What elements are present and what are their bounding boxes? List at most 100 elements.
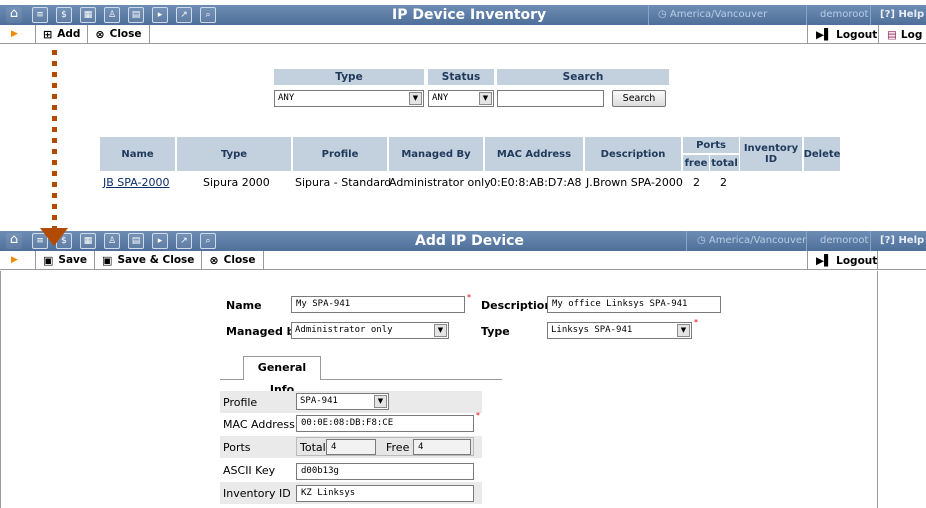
top-header-bar: ⌂ ≡ $ ▦ ♙ ▤ ▸ ↗ ⌕ IP Device Inventory ◷ … [0, 5, 926, 25]
device-ports-total-cell: 2 [720, 176, 727, 189]
log-label: Log [900, 28, 923, 41]
forward-icon[interactable]: ▸ [152, 233, 168, 249]
config-icon[interactable]: ▤ [128, 233, 144, 249]
col-type: Type [177, 137, 291, 171]
save-icon: ▣ [43, 253, 54, 267]
type-select[interactable]: Linksys SPA-941 ▼ [547, 322, 692, 339]
timezone-link[interactable]: ◷ America/Vancouver [658, 9, 767, 20]
logout-button[interactable]: ▶▌ Logout [807, 25, 885, 44]
description-input[interactable]: My office Linksys SPA-941 [547, 296, 721, 313]
managed-by-value: Administrator only [295, 325, 393, 335]
ports-total-label: Total [300, 441, 326, 454]
log-button[interactable]: ▤ Log [878, 25, 926, 44]
filter-type-header: Type [274, 69, 424, 85]
inventory-id-input[interactable]: KZ Linksys [296, 485, 474, 502]
add-label: Add [57, 28, 81, 40]
required-marker: * [467, 293, 471, 302]
type-value: Linksys SPA-941 [551, 325, 633, 335]
profile-select[interactable]: SPA-941 ▼ [296, 393, 389, 410]
tab-general-info[interactable]: General Info [243, 356, 321, 396]
help-link[interactable]: [?] Help [880, 235, 924, 246]
col-description: Description [585, 137, 681, 171]
ports-total-input: 4 [326, 439, 376, 455]
chevron-down-icon: ▼ [677, 324, 690, 337]
form-right-border [877, 271, 878, 508]
profile-value: SPA-941 [300, 396, 338, 406]
search-icon[interactable]: ⌕ [200, 7, 216, 23]
device-mac-cell: 0:E0:8:AB:D7:A8 [490, 176, 582, 189]
log-icon: ▤ [887, 28, 897, 41]
chevron-down-icon: ▼ [434, 324, 447, 337]
col-profile: Profile [293, 137, 387, 171]
col-delete: Delete [804, 137, 840, 171]
forward-icon[interactable]: ▸ [152, 7, 168, 23]
close-button[interactable]: ⊗ Close [202, 251, 264, 269]
toolbar-arrow-icon: ▶ [0, 251, 36, 269]
user-link[interactable]: demoroot [820, 9, 868, 20]
managed-by-select[interactable]: Administrator only ▼ [291, 322, 449, 339]
top-nav-icons: ⌂ ≡ $ ▦ ♙ ▤ ▸ ↗ ⌕ [6, 7, 224, 23]
list-icon[interactable]: ≡ [32, 7, 48, 23]
config-icon[interactable]: ▤ [128, 7, 144, 23]
required-marker: * [476, 411, 480, 420]
close-button[interactable]: ⊗ Close [88, 25, 150, 43]
ascii-key-input[interactable]: d00b13g [296, 463, 474, 480]
bottom-nav-icons: ⌂ ≡ $ ▦ ♙ ▤ ▸ ↗ ⌕ [6, 233, 224, 249]
save-button[interactable]: ▣ Save [36, 251, 96, 269]
col-ports-total: total [710, 155, 739, 171]
help-link[interactable]: [?] Help [880, 9, 924, 20]
bottom-toolbar: ▶ ▣ Save ▣ Save & Close ⊗ Close ▶▌ Logout [0, 251, 926, 270]
person-icon[interactable]: ♙ [104, 233, 120, 249]
filter-status-select[interactable]: ANY ▼ [428, 90, 494, 107]
logout-button[interactable]: ▶▌ Logout [807, 251, 878, 270]
required-marker: * [694, 318, 698, 327]
page-title: Add IP Device [415, 233, 524, 249]
filter-search-input[interactable] [497, 90, 604, 107]
chart-icon[interactable]: ↗ [176, 7, 192, 23]
add-icon: ⊞ [43, 27, 53, 41]
logout-label: Logout [836, 28, 878, 41]
logout-label: Logout [836, 254, 878, 267]
device-name-link[interactable]: JB SPA-2000 [103, 176, 169, 189]
col-ports-free: free [683, 155, 709, 171]
timezone-label: America/Vancouver [669, 9, 768, 20]
description-label: Description [481, 299, 553, 312]
dollar-icon[interactable]: $ [56, 7, 72, 23]
save-close-button[interactable]: ▣ Save & Close [95, 251, 203, 269]
save-close-label: Save & Close [117, 254, 195, 266]
grid-icon[interactable]: ▦ [80, 233, 96, 249]
search-icon[interactable]: ⌕ [200, 233, 216, 249]
home-icon[interactable]: ⌂ [6, 233, 22, 249]
add-button[interactable]: ⊞ Add [36, 25, 89, 43]
ascii-key-row: ASCII Key d00b13g [220, 459, 482, 481]
ports-row: Ports Total 4 Free 4 [220, 436, 482, 458]
person-icon[interactable]: ♙ [104, 7, 120, 23]
connector-dots [52, 50, 58, 231]
device-profile-cell: Sipura - Standard [295, 176, 392, 189]
filter-type-select[interactable]: ANY ▼ [274, 90, 424, 107]
mac-input[interactable]: 00:0E:08:DB:F8:CE [296, 415, 474, 432]
device-managed-cell: Administrator only [389, 176, 491, 189]
search-button[interactable]: Search [612, 90, 666, 107]
ports-box: Total 4 Free 4 [296, 437, 474, 456]
col-name: Name [100, 137, 175, 171]
pointer-arrow-icon [40, 228, 68, 246]
chart-icon[interactable]: ↗ [176, 233, 192, 249]
name-label: Name [226, 299, 262, 312]
close-icon: ⊗ [95, 27, 105, 41]
home-icon[interactable]: ⌂ [6, 7, 22, 23]
help-label: Help [898, 9, 925, 20]
device-ports-free-cell: 2 [693, 176, 700, 189]
timezone-link[interactable]: ◷ America/Vancouver [697, 235, 806, 246]
user-link[interactable]: demoroot [820, 235, 868, 246]
ascii-key-label: ASCII Key [223, 464, 276, 477]
inventory-id-label: Inventory ID [223, 487, 291, 500]
profile-row: Profile SPA-941 ▼ [220, 391, 482, 413]
filter-status-header: Status [428, 69, 494, 85]
filter-status-value: ANY [432, 93, 449, 103]
timezone-label: America/Vancouver [708, 235, 807, 246]
grid-icon[interactable]: ▦ [80, 7, 96, 23]
page-title: IP Device Inventory [392, 7, 547, 23]
ports-free-input: 4 [413, 439, 471, 455]
name-input[interactable]: My SPA-941 [291, 296, 465, 313]
